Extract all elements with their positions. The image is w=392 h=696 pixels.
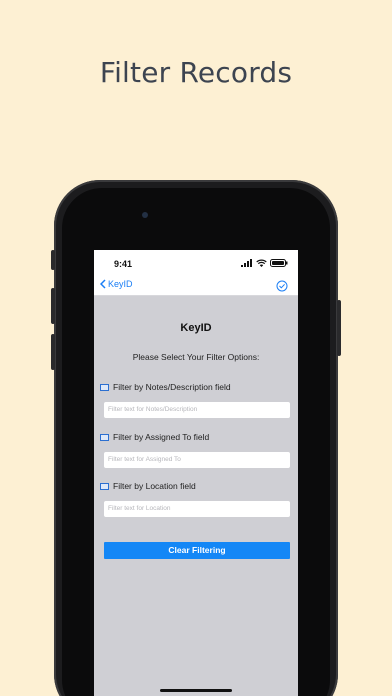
volume-down-button bbox=[51, 334, 55, 370]
back-button-label: KeyID bbox=[108, 279, 133, 289]
front-camera bbox=[142, 212, 148, 218]
phone-screen: 9:41 KeyID KeyID Please Select Your Filt… bbox=[94, 250, 298, 696]
filter-assigned-row[interactable]: Filter by Assigned To field bbox=[100, 432, 209, 442]
status-bar: 9:41 bbox=[94, 250, 298, 276]
filter-prompt: Please Select Your Filter Options: bbox=[132, 352, 260, 362]
power-button bbox=[337, 300, 341, 356]
assigned-filter-input[interactable] bbox=[104, 452, 290, 468]
chevron-left-icon bbox=[100, 279, 106, 289]
done-button[interactable] bbox=[276, 279, 288, 297]
filter-location-label: Filter by Location field bbox=[113, 481, 196, 491]
filter-notes-checkbox[interactable] bbox=[100, 383, 109, 391]
app-title: KeyID bbox=[180, 322, 212, 334]
status-time: 9:41 bbox=[114, 259, 133, 269]
back-button[interactable]: KeyID bbox=[100, 279, 133, 289]
navigation-bar: KeyID bbox=[94, 276, 298, 296]
home-indicator[interactable] bbox=[160, 689, 232, 692]
filter-location-checkbox[interactable] bbox=[100, 482, 109, 490]
filter-assigned-label: Filter by Assigned To field bbox=[113, 432, 210, 442]
mute-switch bbox=[51, 250, 55, 270]
notes-filter-input[interactable] bbox=[104, 402, 290, 418]
wifi-icon bbox=[256, 259, 267, 267]
volume-up-button bbox=[51, 288, 55, 324]
page-headline: Filter Records bbox=[99, 56, 293, 89]
checkmark-circle-icon bbox=[276, 280, 288, 292]
filter-form: KeyID Please Select Your Filter Options:… bbox=[94, 296, 298, 696]
clear-filtering-button[interactable]: Clear Filtering bbox=[104, 542, 290, 559]
signal-icon bbox=[241, 259, 252, 267]
filter-notes-label: Filter by Notes/Description field bbox=[113, 382, 231, 392]
filter-notes-row[interactable]: Filter by Notes/Description field bbox=[100, 382, 231, 392]
battery-icon bbox=[270, 259, 288, 267]
filter-assigned-checkbox[interactable] bbox=[100, 433, 109, 441]
location-filter-input[interactable] bbox=[104, 501, 290, 517]
filter-location-row[interactable]: Filter by Location field bbox=[100, 481, 196, 491]
status-icons bbox=[241, 259, 288, 267]
